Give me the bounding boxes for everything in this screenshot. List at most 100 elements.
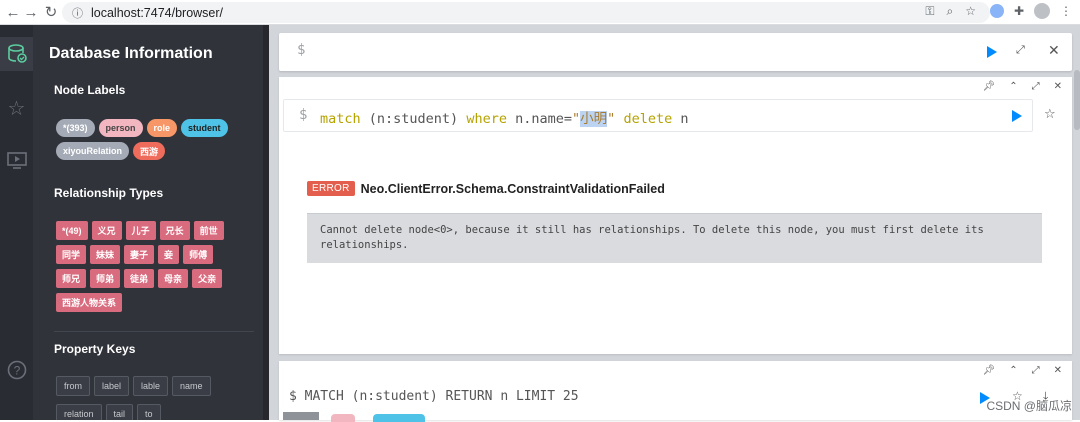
result-frame-query: 📌︎ ⌃ ⤢ ✕ $ MATCH (n:student) RETURN n LI… (279, 361, 1072, 420)
relationship-type-chip[interactable]: 母亲 (158, 269, 188, 288)
relationship-type-chip[interactable]: 妹妹 (90, 245, 120, 264)
error-code: Neo.ClientError.Schema.ConstraintValidat… (361, 182, 665, 196)
property-keys-list: fromlabellablename relationtailto (56, 376, 231, 420)
reload-button[interactable]: ↻ (40, 1, 62, 23)
watermark: CSDN @脑瓜凉 (986, 397, 1072, 414)
relationship-type-chip[interactable]: 同学 (56, 245, 86, 264)
help-icon[interactable]: ? (0, 353, 33, 387)
frame-query-text: match (n:student) where n.name="小明" dele… (320, 107, 689, 127)
section-divider (54, 331, 254, 332)
url-text: localhost:7474/browser/ (91, 6, 223, 20)
property-key-chip[interactable]: from (56, 376, 90, 396)
property-key-chip[interactable]: label (94, 376, 129, 396)
property-key-chip[interactable]: to (137, 404, 161, 420)
collapse-icon[interactable]: ⌃ (1009, 365, 1017, 376)
relationship-type-chip[interactable]: 义兄 (92, 221, 122, 240)
guides-play-icon[interactable] (0, 143, 33, 177)
relationship-type-chip[interactable]: 父亲 (192, 269, 222, 288)
address-bar-actions: ⚿ ⌕ ☆ (925, 4, 976, 19)
frame-toolbar: 📌︎ ⌃ ⤢ ✕ (983, 81, 1062, 92)
bottom-tab-gray (283, 412, 319, 420)
avatar[interactable] (1034, 3, 1050, 19)
keyword-match: match (320, 111, 361, 127)
relationship-type-chip[interactable]: 师傅 (183, 245, 213, 264)
pin-icon[interactable]: 📌︎ (983, 81, 996, 92)
relationship-types-list: *(49)义兄儿子兄长前世同学妹妹妻子妾师傅师兄师弟徒弟母亲父亲西游人物关系 (56, 221, 241, 312)
frame2-query-text: $ MATCH (n:student) RETURN n LIMIT 25 (289, 389, 579, 404)
favorite-star-icon[interactable]: ☆ (1044, 106, 1056, 122)
extension-icon[interactable] (990, 4, 1004, 18)
editor-prompt: $ (297, 42, 305, 58)
relationship-type-chip[interactable]: 徒弟 (124, 269, 154, 288)
pin-icon[interactable]: 📌︎ (983, 365, 996, 376)
node-labels-list: *(393)personrolestudent xiyouRelation西游 (56, 119, 256, 160)
menu-icon[interactable]: ⋮ (1060, 4, 1072, 18)
property-keys-title: Property Keys (54, 342, 135, 356)
icon-rail: ☆ ? (0, 25, 33, 420)
run-query-icon[interactable] (987, 46, 997, 58)
zoom-icon[interactable]: ⌕ (947, 4, 954, 19)
node-label-chip[interactable]: 西游 (133, 142, 165, 160)
puzzle-icon[interactable]: ✚ (1014, 4, 1024, 18)
node-label-chip[interactable]: xiyouRelation (56, 142, 129, 160)
keyword-where: where (466, 111, 507, 127)
property-key-chip[interactable]: name (172, 376, 211, 396)
address-bar[interactable]: ⓘ localhost:7474/browser/ (62, 2, 990, 23)
info-icon[interactable]: ⓘ (72, 5, 83, 21)
frame2-toolbar: 📌︎ ⌃ ⤢ ✕ (983, 365, 1062, 376)
stream-scrollbar[interactable] (1074, 70, 1080, 130)
node-label-chip[interactable]: student (181, 119, 228, 137)
node-label-chip[interactable]: role (147, 119, 178, 137)
drawer-title: Database Information (49, 45, 213, 63)
relationship-type-chip[interactable]: *(49) (56, 221, 88, 240)
bottom-tab-blue (373, 414, 425, 422)
frame2-query-bar[interactable]: $ MATCH (n:student) RETURN n LIMIT 25 (283, 383, 1033, 414)
expand-icon[interactable]: ⤢ (1016, 44, 1025, 57)
query-editor[interactable]: $ ⤢ ✕ (279, 33, 1072, 71)
bottom-tab-pink (331, 414, 355, 422)
rerun-query-icon[interactable] (1012, 110, 1022, 122)
key-icon[interactable]: ⚿ (925, 4, 934, 19)
keyword-delete: delete (623, 111, 672, 127)
selected-string: 小明 (580, 111, 607, 127)
query-condition: n.name= (515, 111, 572, 127)
relationship-types-title: Relationship Types (54, 186, 163, 200)
node-labels-title: Node Labels (54, 83, 125, 97)
query-tail: n (680, 111, 688, 127)
error-header: ERROR Neo.ClientError.Schema.ConstraintV… (307, 181, 665, 196)
error-message: Cannot delete node<0>, because it still … (307, 213, 1042, 263)
frame-query-bar[interactable]: $ match (n:student) where n.name="小明" de… (283, 99, 1033, 132)
property-key-chip[interactable]: lable (133, 376, 168, 396)
close-frame-icon[interactable]: ✕ (1054, 81, 1062, 92)
database-icon[interactable] (0, 37, 33, 71)
relationship-type-chip[interactable]: 妾 (158, 245, 179, 264)
collapse-icon[interactable]: ⌃ (1009, 81, 1017, 92)
database-info-drawer: Database Information Node Labels *(393)p… (33, 25, 269, 420)
extensions-area: ✚ ⋮ (990, 3, 1072, 19)
property-key-chip[interactable]: tail (106, 404, 134, 420)
main-stream: $ ⤢ ✕ 📌︎ ⌃ ⤢ ✕ $ match (n:student) where… (269, 25, 1080, 420)
close-icon[interactable]: ✕ (1048, 42, 1060, 59)
node-label-chip[interactable]: person (99, 119, 143, 137)
relationship-type-chip[interactable]: 兄长 (160, 221, 190, 240)
error-badge: ERROR (307, 181, 355, 196)
relationship-type-chip[interactable]: 西游人物关系 (56, 293, 122, 312)
browser-toolbar: ← → ↻ ⓘ localhost:7474/browser/ ⚿ ⌕ ☆ ✚ … (0, 0, 1080, 25)
relationship-type-chip[interactable]: 前世 (194, 221, 224, 240)
favorites-star-icon[interactable]: ☆ (0, 91, 33, 125)
frame-prompt: $ (299, 107, 307, 123)
forward-button[interactable]: → (20, 1, 42, 23)
node-label-chip[interactable]: *(393) (56, 119, 95, 137)
relationship-type-chip[interactable]: 儿子 (126, 221, 156, 240)
property-key-chip[interactable]: relation (56, 404, 102, 420)
relationship-type-chip[interactable]: 妻子 (124, 245, 154, 264)
svg-text:?: ? (13, 364, 20, 378)
string-quote: " (572, 111, 580, 127)
star-icon[interactable]: ☆ (965, 4, 976, 19)
relationship-type-chip[interactable]: 师弟 (90, 269, 120, 288)
fullscreen-icon[interactable]: ⤢ (1032, 365, 1040, 376)
fullscreen-icon[interactable]: ⤢ (1032, 81, 1040, 92)
relationship-type-chip[interactable]: 师兄 (56, 269, 86, 288)
query-pattern: (n:student) (369, 111, 458, 127)
close-frame-icon[interactable]: ✕ (1054, 365, 1062, 376)
